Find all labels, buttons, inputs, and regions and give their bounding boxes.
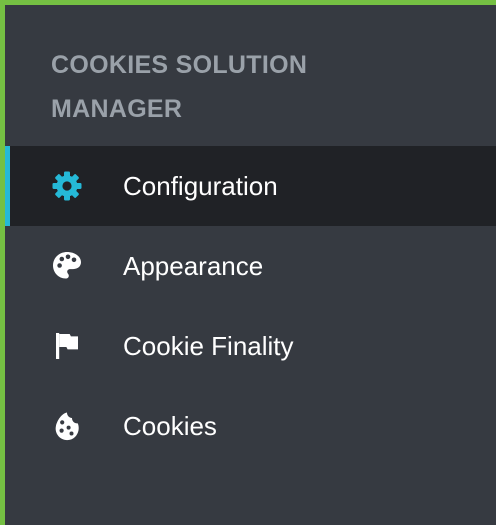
sidebar-item-label: Cookie Finality — [123, 330, 294, 361]
gear-icon — [51, 170, 83, 202]
sidebar-item-label: Configuration — [123, 170, 278, 201]
sidebar-item-label: Cookies — [123, 410, 217, 441]
cookie-icon — [51, 410, 83, 442]
sidebar-nav: Configuration Appearance Cookie Finality… — [5, 146, 496, 466]
palette-icon — [51, 250, 83, 282]
sidebar-title-line2: MANAGER — [51, 95, 183, 123]
sidebar-item-configuration[interactable]: Configuration — [5, 146, 496, 226]
sidebar: COOKIES SOLUTION MANAGER Configuration A… — [5, 5, 496, 525]
sidebar-item-cookies[interactable]: Cookies — [5, 386, 496, 466]
highlight-frame: COOKIES SOLUTION MANAGER Configuration A… — [0, 0, 496, 525]
sidebar-item-cookie-finality[interactable]: Cookie Finality — [5, 306, 496, 386]
sidebar-title: COOKIES SOLUTION MANAGER — [5, 5, 496, 146]
flag-icon — [51, 330, 83, 362]
sidebar-item-appearance[interactable]: Appearance — [5, 226, 496, 306]
sidebar-item-label: Appearance — [123, 250, 264, 281]
sidebar-title-line1: COOKIES SOLUTION — [51, 51, 308, 79]
